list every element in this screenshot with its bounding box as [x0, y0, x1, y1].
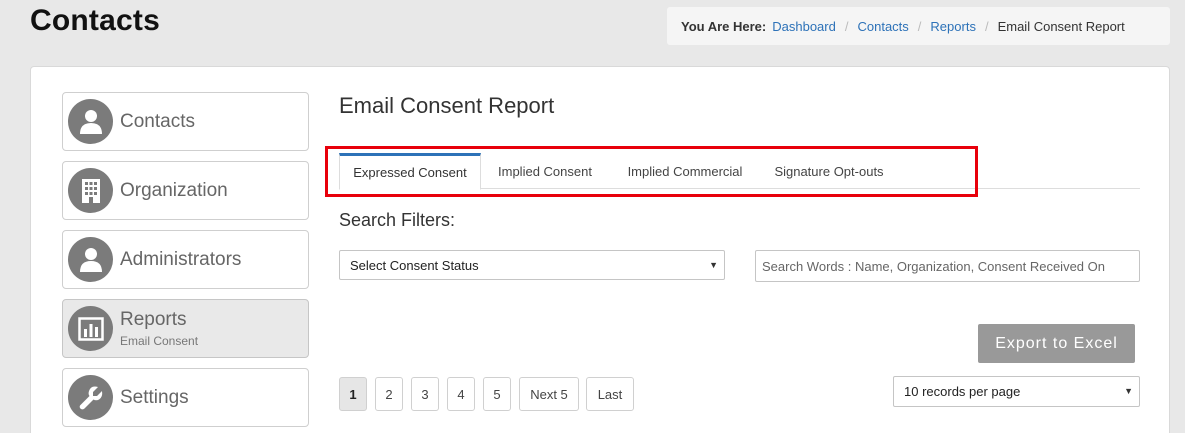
- sidebar-item-settings[interactable]: Settings: [62, 368, 309, 427]
- content-card: Contacts Organization Administrators Rep…: [30, 66, 1170, 433]
- breadcrumb: You Are Here: Dashboard / Contacts / Rep…: [667, 7, 1170, 45]
- caret-down-icon: ▼: [1124, 386, 1133, 396]
- tab-implied-consent[interactable]: Implied Consent: [483, 153, 607, 189]
- breadcrumb-separator: /: [844, 18, 849, 34]
- breadcrumb-separator: /: [917, 18, 922, 34]
- page-button-5[interactable]: 5: [483, 377, 511, 411]
- page-button-1[interactable]: 1: [339, 377, 367, 411]
- sidebar-item-reports[interactable]: Reports Email Consent: [62, 299, 309, 358]
- breadcrumb-link-contacts[interactable]: Contacts: [857, 19, 908, 34]
- report-title: Email Consent Report: [339, 93, 555, 118]
- records-per-page-value: 10 records per page: [904, 384, 1021, 399]
- user-icon: [68, 237, 113, 282]
- breadcrumb-label: You Are Here:: [681, 18, 767, 34]
- breadcrumb-link-reports[interactable]: Reports: [930, 19, 976, 34]
- page-button-2[interactable]: 2: [375, 377, 403, 411]
- sidebar-item-contacts[interactable]: Contacts: [62, 92, 309, 151]
- building-icon: [68, 168, 113, 213]
- records-per-page-select[interactable]: 10 records per page ▼: [893, 376, 1140, 407]
- search-input[interactable]: [755, 250, 1140, 282]
- search-filters-heading: Search Filters:: [339, 210, 456, 230]
- tab-implied-commercial[interactable]: Implied Commercial: [611, 153, 759, 189]
- sidebar-item-organization[interactable]: Organization: [62, 161, 309, 220]
- consent-status-value: Select Consent Status: [350, 257, 479, 273]
- last-page-button[interactable]: Last: [586, 377, 634, 411]
- consent-status-select[interactable]: Select Consent Status ▼: [339, 250, 725, 280]
- bar-chart-icon: [68, 306, 113, 351]
- breadcrumb-separator: /: [984, 18, 989, 34]
- sidebar-item-label: Organization: [120, 179, 228, 201]
- wrench-icon: [68, 375, 113, 420]
- page-button-3[interactable]: 3: [411, 377, 439, 411]
- tab-expressed-consent[interactable]: Expressed Consent: [339, 153, 481, 190]
- sidebar-item-label: Settings: [120, 386, 189, 408]
- caret-down-icon: ▼: [709, 260, 718, 270]
- breadcrumb-link-dashboard[interactable]: Dashboard: [772, 19, 836, 34]
- page-button-4[interactable]: 4: [447, 377, 475, 411]
- breadcrumb-current: Email Consent Report: [997, 18, 1125, 34]
- user-icon: [68, 99, 113, 144]
- sidebar-item-label: Contacts: [120, 110, 195, 132]
- consent-tabs: Expressed Consent Implied Consent Implie…: [339, 153, 1140, 190]
- export-to-excel-button[interactable]: Export to Excel: [978, 324, 1135, 363]
- sidebar-item-label: Administrators: [120, 248, 242, 270]
- next-5-button[interactable]: Next 5: [519, 377, 579, 411]
- sidebar-item-administrators[interactable]: Administrators: [62, 230, 309, 289]
- tab-signature-opt-outs[interactable]: Signature Opt-outs: [761, 153, 897, 189]
- sidebar-item-sublabel: Email Consent: [120, 334, 199, 348]
- sidebar-item-label: Reports: [120, 309, 187, 330]
- page-title: Contacts: [30, 4, 160, 37]
